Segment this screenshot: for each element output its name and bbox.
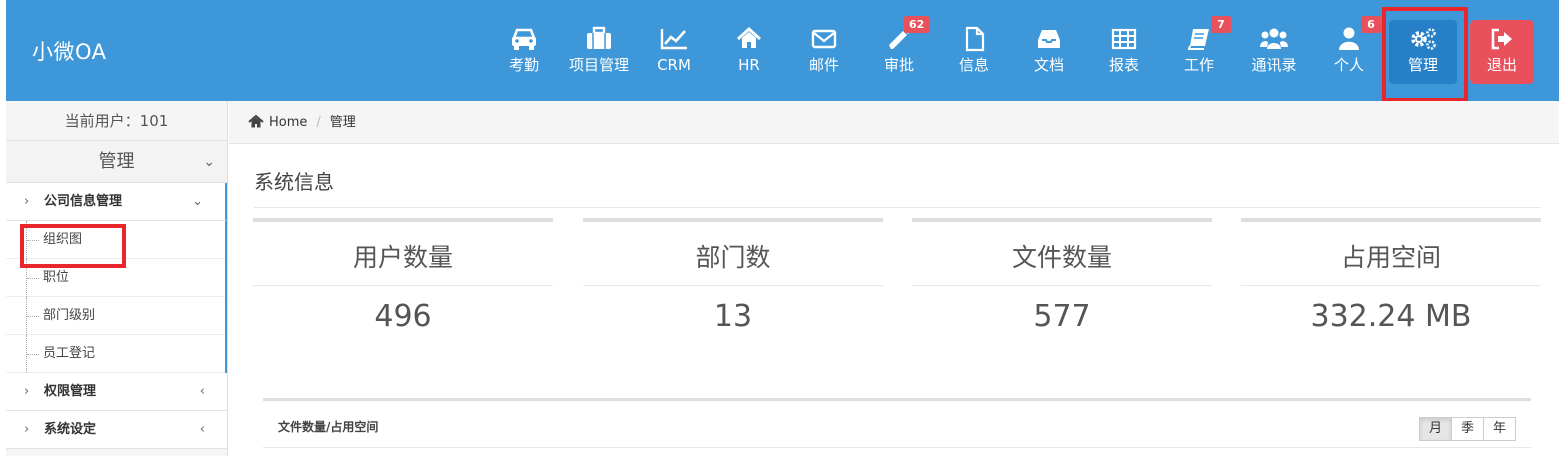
title-divider — [254, 207, 1541, 208]
breadcrumb: Home / 管理 — [229, 101, 1559, 144]
period-month-button[interactable]: 月 — [1419, 417, 1452, 441]
period-quarter-button[interactable]: 季 — [1451, 417, 1484, 441]
nav-work[interactable]: 工作 7 — [1164, 16, 1234, 84]
stat-value: 496 — [374, 299, 432, 334]
table-icon — [1089, 26, 1159, 56]
current-user: 当前用户：101 — [6, 101, 227, 141]
nav-label: 个人 — [1333, 56, 1364, 74]
inbox-icon — [1014, 26, 1084, 56]
sign-out-icon — [1470, 26, 1534, 56]
period-year-button[interactable]: 年 — [1483, 417, 1516, 441]
stat-card-files: 文件数量 577 — [912, 218, 1212, 343]
gears-icon — [1389, 26, 1457, 56]
panel-divider — [263, 447, 1531, 448]
submenu-item-positions[interactable]: 职位 — [6, 259, 225, 297]
sidebar-section-title: 管理 — [98, 151, 135, 172]
personal-count-badge: 6 — [1361, 16, 1381, 33]
stat-label: 占用空间 — [1241, 222, 1541, 286]
stat-card-departments: 部门数 13 — [583, 218, 883, 343]
nav-label: 文档 — [1033, 56, 1064, 74]
stat-label: 用户数量 — [253, 222, 553, 286]
nav-label: 报表 — [1108, 56, 1139, 74]
nav-label: 邮件 — [808, 56, 839, 74]
chevron-down-icon: ⌄ — [192, 194, 203, 209]
nav-crm[interactable]: CRM — [639, 20, 709, 84]
users-icon — [1239, 26, 1309, 56]
sidebar-section-header[interactable]: 管理 ⌄ — [6, 141, 227, 183]
sidebar: 当前用户：101 管理 ⌄ › 公司信息管理 ⌄ 组织图 职位 部门级别 员工登记… — [6, 101, 228, 456]
submenu-company-info: 组织图 职位 部门级别 员工登记 — [6, 221, 227, 373]
nav-label: 审批 — [883, 56, 914, 74]
chevron-right-icon: › — [24, 422, 30, 437]
nav-approval[interactable]: 审批 62 — [864, 16, 934, 84]
nav-label: 工作 — [1183, 56, 1214, 74]
car-icon — [489, 26, 559, 56]
menu-group-label: 权限管理 — [44, 384, 97, 399]
envelope-icon — [789, 26, 859, 56]
nav-contacts[interactable]: 通讯录 — [1239, 20, 1309, 84]
file-icon — [939, 26, 1009, 56]
menu-group-company-info[interactable]: › 公司信息管理 ⌄ — [6, 183, 227, 221]
nav-admin[interactable]: 管理 — [1389, 20, 1457, 84]
nav-label: 考勤 — [508, 56, 539, 74]
stat-value: 332.24 MB — [1310, 299, 1472, 334]
menu-group-system-settings[interactable]: › 系统设定 ‹ — [6, 411, 227, 449]
nav-label: 退出 — [1486, 56, 1517, 74]
chevron-left-icon: ‹ — [199, 422, 205, 437]
nav-mail[interactable]: 邮件 — [789, 20, 859, 84]
work-count-badge: 7 — [1211, 16, 1231, 33]
breadcrumb-home-link[interactable]: Home — [269, 115, 307, 130]
stat-value: 577 — [1033, 299, 1091, 334]
nav-attendance[interactable]: 考勤 — [489, 20, 559, 84]
menu-group-label: 公司信息管理 — [44, 194, 123, 209]
submenu-item-employee-registration[interactable]: 员工登记 — [6, 335, 225, 373]
nav-label: 通讯录 — [1251, 56, 1297, 74]
chevron-right-icon: › — [24, 384, 30, 399]
nav-label: CRM — [657, 56, 691, 74]
stat-label: 部门数 — [583, 222, 883, 286]
submenu-item-org-chart[interactable]: 组织图 — [6, 221, 225, 259]
briefcase-icon — [564, 26, 634, 56]
breadcrumb-current: 管理 — [329, 115, 356, 130]
page-title: 系统信息 — [254, 170, 334, 194]
breadcrumb-separator: / — [316, 115, 321, 130]
submenu-item-department-levels[interactable]: 部门级别 — [6, 297, 225, 335]
stat-value: 13 — [713, 299, 753, 334]
stat-label: 文件数量 — [912, 222, 1212, 286]
nav-personal[interactable]: 个人 6 — [1314, 16, 1384, 84]
home-icon — [714, 26, 784, 56]
chevron-down-icon: ⌄ — [203, 154, 215, 170]
nav-documents[interactable]: 文档 — [1014, 20, 1084, 84]
line-chart-icon — [639, 26, 709, 56]
nav-label: 管理 — [1407, 56, 1438, 74]
nav-messages[interactable]: 信息 — [939, 20, 1009, 84]
chevron-left-icon: ‹ — [199, 384, 205, 399]
stat-card-users: 用户数量 496 — [253, 218, 553, 343]
stat-card-storage: 占用空间 332.24 MB — [1241, 218, 1541, 343]
home-icon — [248, 103, 264, 146]
nav-hr[interactable]: HR — [714, 20, 784, 84]
nav-project-management[interactable]: 项目管理 — [564, 20, 634, 84]
nav-label: 项目管理 — [568, 56, 629, 74]
menu-group-label: 系统设定 — [44, 422, 97, 437]
nav-reports[interactable]: 报表 — [1089, 20, 1159, 84]
menu-group-permissions[interactable]: › 权限管理 ‹ — [6, 373, 227, 411]
file-storage-panel: 文件数量/占用空间 月 季 年 — [263, 398, 1531, 456]
nav-label: HR — [738, 56, 760, 74]
app-brand[interactable]: 小微OA — [32, 36, 107, 66]
chevron-right-icon: › — [24, 194, 30, 209]
period-toggle-group: 月 季 年 — [1419, 417, 1516, 441]
approval-count-badge: 62 — [904, 16, 930, 33]
nav-label: 信息 — [958, 56, 989, 74]
nav-logout-button[interactable]: 退出 — [1470, 20, 1534, 84]
panel-title: 文件数量/占用空间 — [278, 420, 379, 434]
